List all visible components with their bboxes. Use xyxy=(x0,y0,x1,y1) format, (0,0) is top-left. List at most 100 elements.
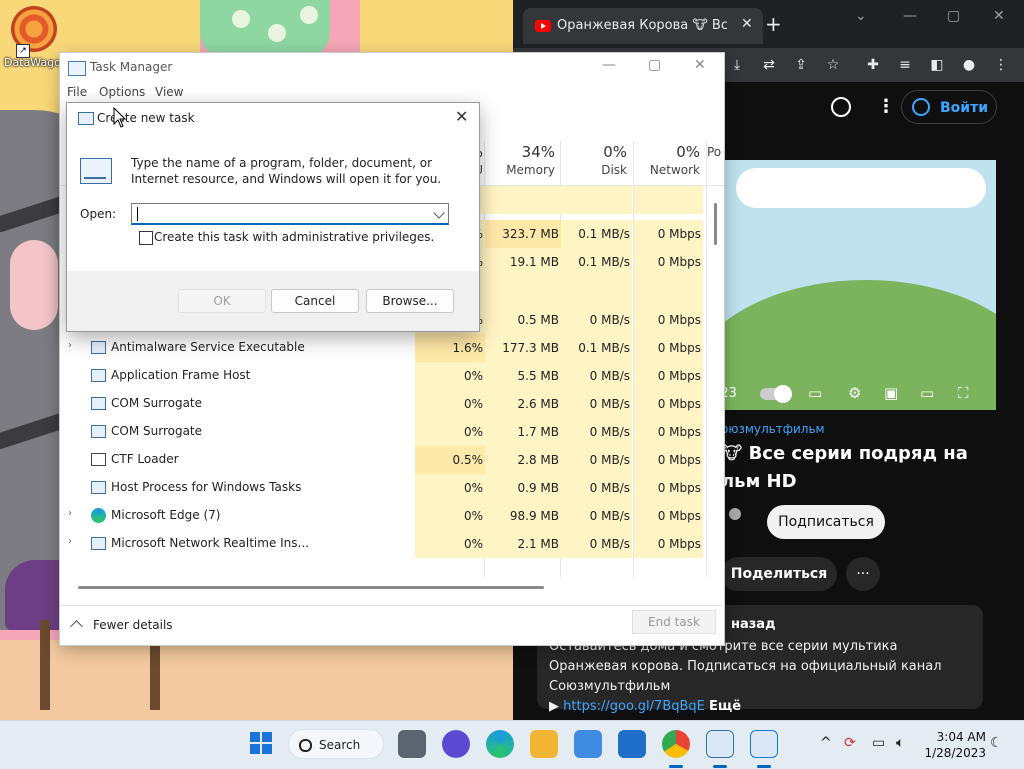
subtitles-icon[interactable]: ▭ xyxy=(808,384,822,402)
process-name: COM Surrogate xyxy=(111,396,203,410)
task-view-icon[interactable] xyxy=(398,730,426,758)
fewer-details-button[interactable]: Fewer details xyxy=(70,618,173,633)
table-row[interactable]: › Microsoft Edge (7) 0% 98.9 MB 0 MB/s 0 Mbps xyxy=(60,502,708,530)
memory-cell xyxy=(485,186,561,214)
column-header-disk[interactable]: 0% Disk xyxy=(561,143,627,177)
network-cell: 0 Mbps xyxy=(634,446,703,474)
table-row[interactable]: CTF Loader 0.5% 2.8 MB 0 MB/s 0 Mbps xyxy=(60,446,708,474)
tab-close-icon[interactable]: ✕ xyxy=(741,16,753,32)
subscribe-button[interactable]: Подписаться xyxy=(767,505,885,539)
process-icon xyxy=(91,397,106,410)
volume-icon[interactable]: 🔈︎ xyxy=(896,735,904,751)
run-taskbar-icon[interactable] xyxy=(750,730,778,758)
video-cloud xyxy=(736,168,986,208)
table-row[interactable]: › Microsoft Network Realtime Ins... 0% 2.1 … xyxy=(60,530,708,558)
desktop-icon-datawagon[interactable]: ↗ DataWagon xyxy=(4,6,68,76)
menu-file[interactable]: File xyxy=(67,85,87,99)
more-options-icon[interactable]: ⋮ xyxy=(877,96,895,117)
channel-name[interactable]: оюзмультфильм xyxy=(721,422,825,436)
browser-menu-icon[interactable]: ⋮ xyxy=(990,54,1012,76)
settings-gear-icon[interactable]: ⚙ xyxy=(848,384,861,402)
close-icon[interactable]: ✕ xyxy=(455,107,468,126)
memory-cell: 1.7 MB xyxy=(485,418,561,446)
share-button[interactable]: Поделиться xyxy=(721,557,837,591)
ok-button[interactable]: OK xyxy=(178,289,266,313)
task-manager-titlebar: Task Manager — ▢ ✕ xyxy=(60,53,724,83)
mail-icon[interactable] xyxy=(618,730,646,758)
media-queue-icon[interactable]: ≡ xyxy=(894,54,916,76)
browse-button[interactable]: Browse... xyxy=(366,289,454,313)
show-more-link[interactable]: Ещё xyxy=(709,699,741,714)
minimize-button[interactable]: — xyxy=(903,8,917,24)
video-title-line: 🐮 Все серии подряд на xyxy=(721,443,968,464)
profile-icon[interactable]: ● xyxy=(958,54,980,76)
maximize-button[interactable]: ▢ xyxy=(947,8,960,24)
chat-icon[interactable] xyxy=(442,730,470,758)
close-button[interactable]: ✕ xyxy=(993,8,1005,24)
memory-cell: 0.9 MB xyxy=(485,474,561,502)
end-task-button[interactable]: End task xyxy=(632,610,716,634)
menu-view[interactable]: View xyxy=(155,85,183,99)
notification-icon[interactable]: ☾ xyxy=(990,735,1003,751)
bookmark-star-icon[interactable]: ☆ xyxy=(822,54,844,76)
description-link[interactable]: https://goo.gl/7BqBqE xyxy=(563,699,705,714)
clock[interactable]: 3:04 AM 1/28/2023 xyxy=(922,729,986,761)
table-row[interactable]: COM Surrogate 0% 2.6 MB 0 MB/s 0 Mbps xyxy=(60,390,708,418)
fullscreen-icon[interactable]: ⛶ xyxy=(958,384,969,402)
table-row[interactable]: Application Frame Host 0% 5.5 MB 0 MB/s 0 Mb… xyxy=(60,362,708,390)
minimize-button[interactable]: — xyxy=(602,57,616,73)
microsoft-store-icon[interactable] xyxy=(574,730,602,758)
tab-search-icon[interactable]: ⌄ xyxy=(855,8,867,24)
table-row[interactable]: › Antimalware Service Executable 1.6% 177.3… xyxy=(60,334,708,362)
open-input[interactable] xyxy=(131,203,449,225)
process-name: CTF Loader xyxy=(111,452,179,466)
login-button[interactable]: Войти xyxy=(901,90,997,124)
admin-checkbox-label[interactable]: Create this task with administrative pri… xyxy=(154,230,434,244)
browser-titlebar: Оранжевая Корова 🐮 Все се ✕ + ⌄ — ▢ ✕ xyxy=(513,0,1024,48)
horizontal-scrollbar[interactable] xyxy=(78,586,544,589)
expand-chevron-icon[interactable]: › xyxy=(68,340,72,351)
task-manager-taskbar-icon[interactable] xyxy=(706,730,734,758)
column-header-network[interactable]: 0% Network xyxy=(634,143,700,177)
chrome-icon[interactable] xyxy=(662,730,690,758)
theater-mode-icon[interactable]: ▭ xyxy=(920,384,934,402)
install-icon[interactable]: ⤓ xyxy=(726,54,748,76)
extensions-icon[interactable]: ✚ xyxy=(862,54,884,76)
taskbar-search[interactable]: Search xyxy=(288,729,384,759)
share-icon[interactable]: ⇪ xyxy=(790,54,812,76)
table-row[interactable]: Host Process for Windows Tasks 0% 0.9 MB 0 … xyxy=(60,474,708,502)
browser-tab[interactable]: Оранжевая Корова 🐮 Все се ✕ xyxy=(523,8,763,44)
edge-icon[interactable] xyxy=(486,730,514,758)
tray-chevron-icon[interactable]: ^ xyxy=(820,735,832,751)
admin-checkbox[interactable] xyxy=(139,231,153,245)
more-actions-button[interactable]: ··· xyxy=(846,557,880,591)
new-tab-button[interactable]: + xyxy=(765,12,782,36)
autoplay-toggle[interactable] xyxy=(760,385,792,403)
tab-title: Оранжевая Корова 🐮 Все се xyxy=(557,18,727,33)
column-header-power[interactable]: Po xyxy=(707,143,724,159)
cpu-cell: 0% xyxy=(415,474,485,502)
expand-chevron-icon[interactable]: › xyxy=(68,508,72,519)
search-icon[interactable] xyxy=(831,97,851,117)
disk-cell: 0 MB/s xyxy=(561,530,632,558)
video-player[interactable]: :23 ▭ ⚙ ▣ ▭ ⛶ xyxy=(716,160,996,410)
vertical-scrollbar[interactable] xyxy=(714,203,717,245)
sync-icon[interactable]: ⟳ xyxy=(844,735,856,751)
network-icon[interactable]: ▭ xyxy=(872,735,885,751)
disk-cell: 0 MB/s xyxy=(561,362,632,390)
maximize-button[interactable]: ▢ xyxy=(648,57,661,73)
side-panel-icon[interactable]: ◧ xyxy=(926,54,948,76)
translate-icon[interactable]: ⇄ xyxy=(758,54,780,76)
expand-chevron-icon[interactable]: › xyxy=(68,536,72,547)
menu-options[interactable]: Options xyxy=(99,85,145,99)
network-cell: 0 Mbps xyxy=(634,502,703,530)
table-row[interactable]: COM Surrogate 0% 1.7 MB 0 MB/s 0 Mbps xyxy=(60,418,708,446)
column-header-memory[interactable]: 34% Memory xyxy=(485,143,555,177)
cancel-button[interactable]: Cancel xyxy=(271,289,359,313)
start-icon[interactable] xyxy=(248,730,276,758)
memory-cell: 177.3 MB xyxy=(485,334,561,362)
disk-label: Disk xyxy=(601,163,627,177)
miniplayer-icon[interactable]: ▣ xyxy=(884,384,898,402)
file-explorer-icon[interactable] xyxy=(530,730,558,758)
close-button[interactable]: ✕ xyxy=(694,57,706,73)
